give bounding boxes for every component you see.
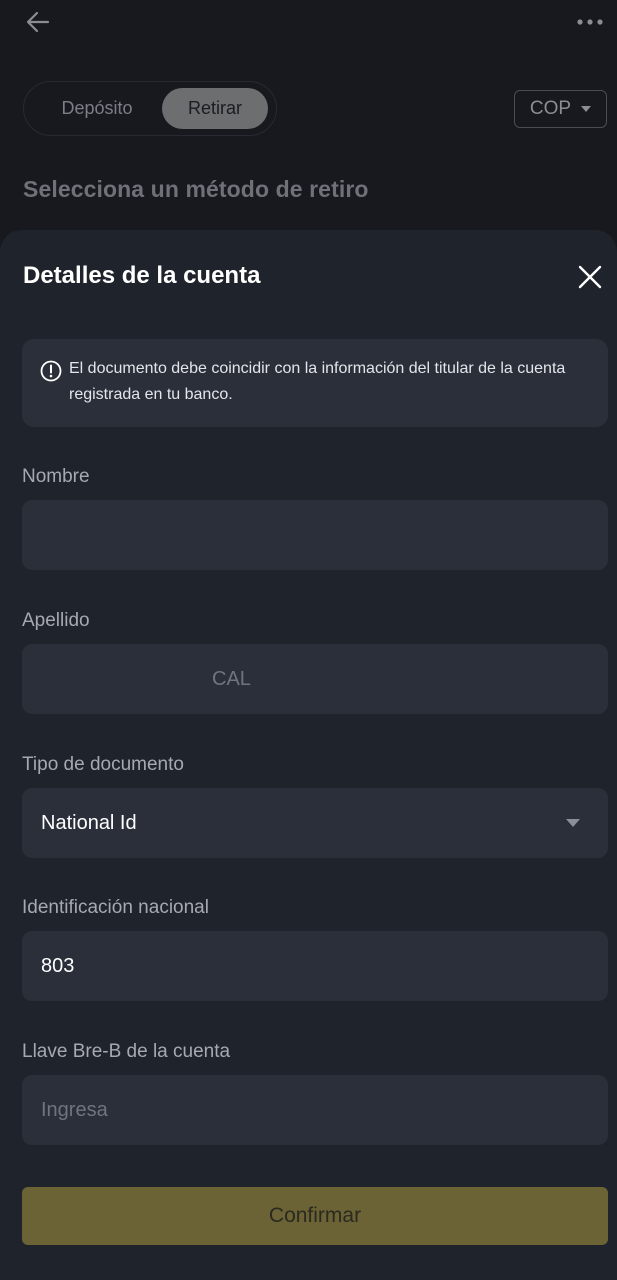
deposit-withdraw-toggle: Depósito Retirar (23, 81, 277, 136)
back-button[interactable] (24, 8, 54, 36)
more-options-button[interactable] (575, 8, 605, 36)
national-id-field[interactable]: 803 (22, 931, 608, 1001)
document-type-label: Tipo de documento (22, 754, 184, 775)
sheet-title: Detalles de la cuenta (23, 262, 261, 289)
withdraw-account-details-screen: Depósito Retirar COP Selecciona un métod… (0, 0, 617, 1280)
tab-deposit[interactable]: Depósito (32, 88, 162, 129)
first-name-label: Nombre (22, 466, 90, 487)
currency-selector[interactable]: COP (514, 90, 607, 128)
national-id-value: 803 (41, 955, 75, 977)
first-name-field[interactable] (22, 500, 608, 570)
close-icon (578, 265, 602, 289)
document-type-select[interactable]: National Id (22, 788, 608, 858)
document-notice: El documento debe coincidir con la infor… (22, 339, 608, 427)
chevron-down-icon (566, 819, 580, 827)
breb-key-field[interactable]: Ingresa (22, 1075, 608, 1145)
account-details-sheet: Detalles de la cuenta El documento debe … (0, 230, 617, 1280)
last-name-label: Apellido (22, 610, 90, 631)
last-name-field[interactable]: CAL (22, 644, 608, 714)
info-circle-icon (40, 360, 62, 382)
arrow-left-icon (26, 11, 50, 33)
tab-withdraw[interactable]: Retirar (162, 88, 268, 129)
document-type-value: National Id (41, 812, 137, 834)
breb-key-placeholder: Ingresa (41, 1099, 108, 1121)
caret-down-icon (581, 106, 592, 112)
currency-value: COP (529, 98, 572, 119)
close-button[interactable] (576, 263, 604, 291)
more-horizontal-icon (577, 19, 603, 25)
withdraw-method-heading: Selecciona un método de retiro (23, 176, 369, 202)
breb-key-label: Llave Bre-B de la cuenta (22, 1041, 231, 1062)
confirm-button[interactable]: Confirmar (22, 1187, 608, 1245)
last-name-value: CAL (212, 668, 251, 690)
national-id-label: Identificación nacional (22, 897, 209, 918)
notice-text: El documento debe coincidir con la infor… (69, 360, 566, 403)
